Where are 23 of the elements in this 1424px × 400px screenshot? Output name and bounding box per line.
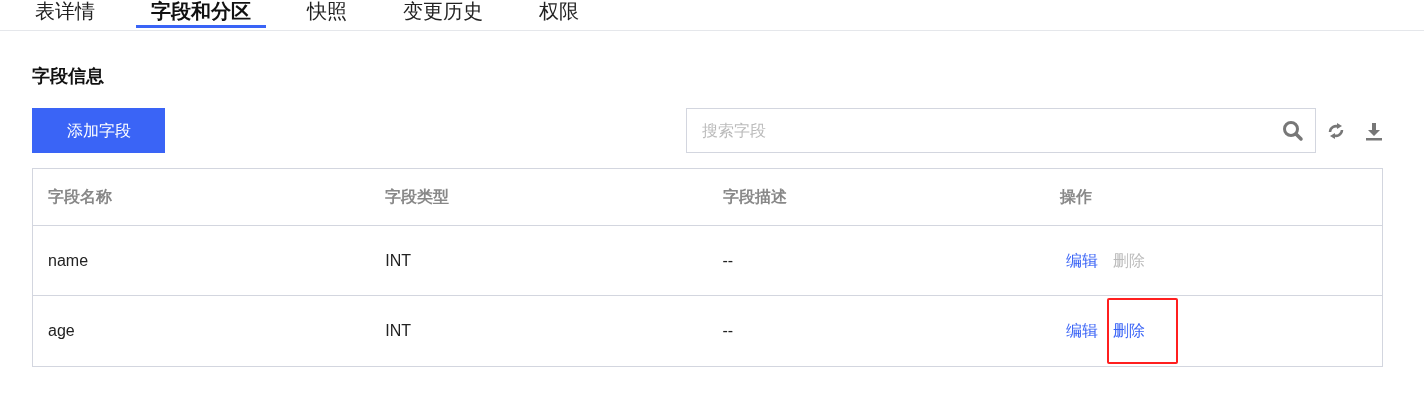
section-title: 字段信息 xyxy=(32,65,105,87)
download-icon[interactable] xyxy=(1365,120,1383,141)
tab[interactable]: 变更历史 xyxy=(388,0,498,28)
table-cell: INT xyxy=(385,322,412,339)
table-cell: -- xyxy=(722,322,734,339)
column-header: 操作 xyxy=(1059,188,1092,205)
column-header: 字段描述 xyxy=(722,188,787,205)
tab[interactable]: 字段和分区 xyxy=(136,0,266,28)
edit-link[interactable]: 编辑 xyxy=(1059,298,1104,364)
table-cell: -- xyxy=(722,251,734,269)
column-header: 字段名称 xyxy=(48,188,112,205)
search-icon[interactable] xyxy=(1282,120,1304,142)
add-field-button[interactable]: 添加字段 xyxy=(32,108,165,153)
table-cell: age xyxy=(48,322,75,339)
tab[interactable]: 权限 xyxy=(524,0,594,28)
tab[interactable]: 快照 xyxy=(292,0,362,28)
edit-link[interactable]: 编辑 xyxy=(1059,227,1104,294)
table-cell: INT xyxy=(385,251,412,269)
tab[interactable]: 表详情 xyxy=(20,0,110,28)
delete-link[interactable]: 删除 xyxy=(1106,298,1178,364)
search-field[interactable]: 搜索字段 xyxy=(686,108,1316,153)
table-cell: name xyxy=(48,251,89,269)
column-header: 字段类型 xyxy=(385,188,450,205)
